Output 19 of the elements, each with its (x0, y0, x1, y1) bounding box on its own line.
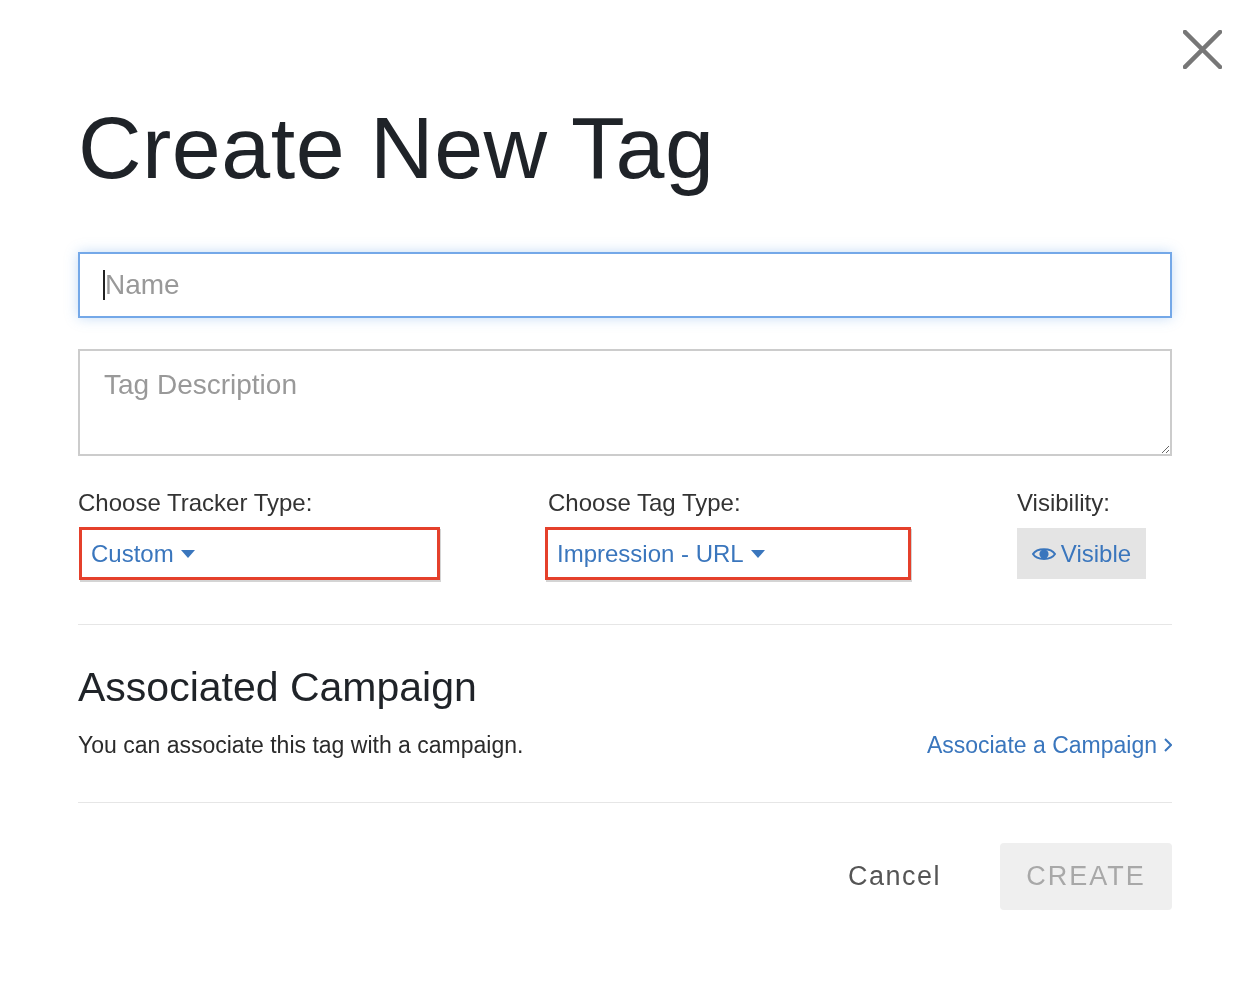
field-label: Choose Tracker Type: (78, 489, 314, 517)
description-field[interactable]: Tag Description (78, 349, 1172, 456)
associate-campaign-link[interactable]: Associate a Campaign (926, 731, 1172, 759)
close-button[interactable] (1183, 30, 1222, 69)
field-label: Visibility: (1017, 489, 1111, 517)
chevron-right-icon (1164, 738, 1172, 752)
eye-icon (1031, 545, 1056, 562)
cancel-button[interactable]: Cancel (827, 843, 961, 910)
visibility-toggle[interactable]: Visible (1017, 528, 1146, 579)
dropdown[interactable]: Custom (79, 527, 440, 580)
close-icon (1183, 30, 1222, 69)
field-label: Choose Tag Type: (547, 489, 742, 517)
dropdown[interactable]: Impression - URL (545, 527, 911, 580)
section-description: You can associate this tag with a campaign. (78, 731, 524, 759)
name-input[interactable]: Name (78, 252, 1172, 318)
section-heading: Associated Campaign (78, 663, 478, 711)
caret-icon (750, 550, 765, 558)
caret-icon (180, 550, 195, 558)
text-cursor (103, 270, 105, 300)
